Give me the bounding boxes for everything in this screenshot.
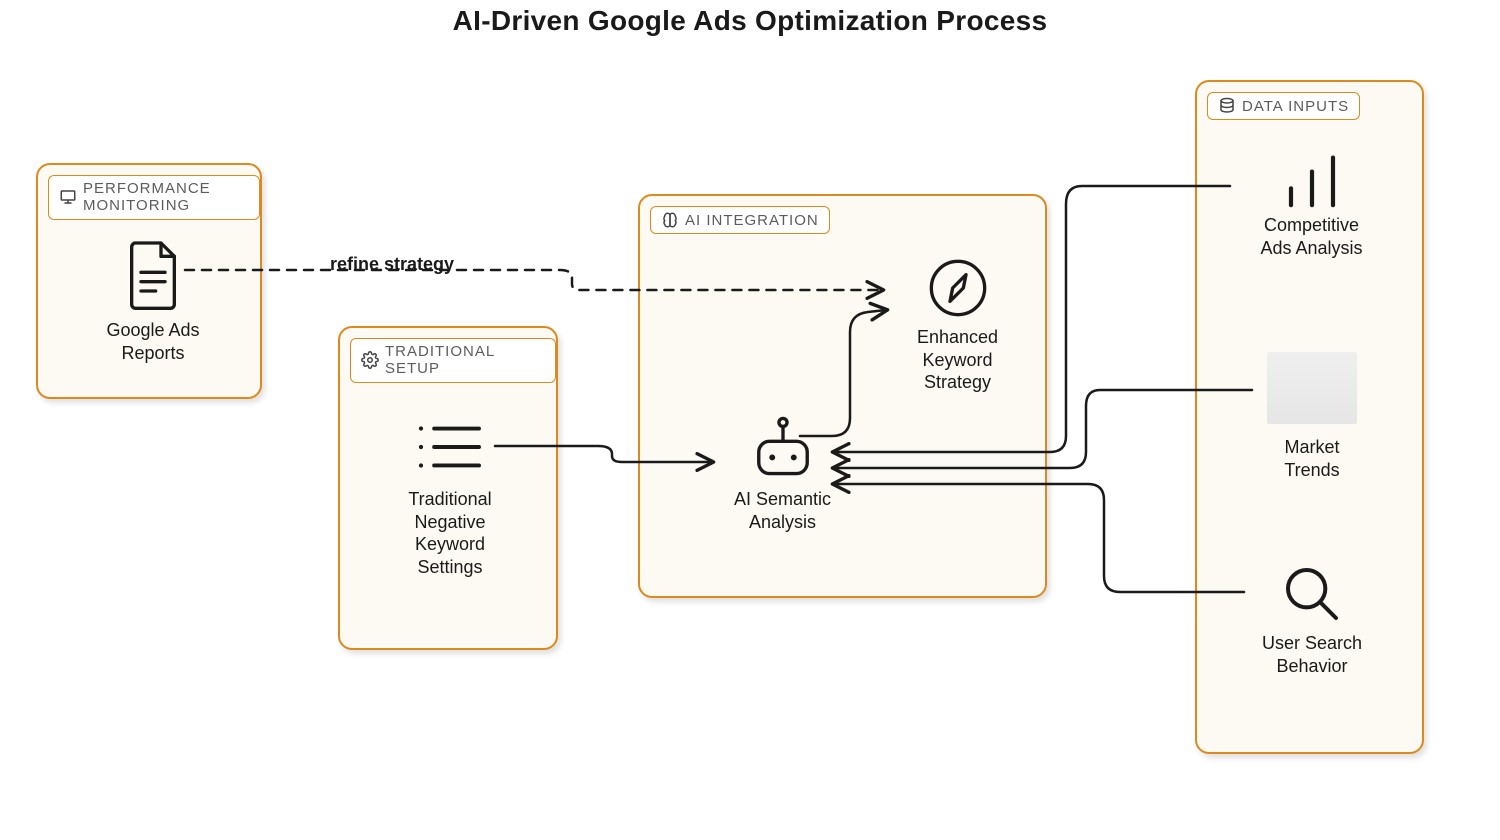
- node-ai-semantic-analysis: AI Semantic Analysis: [715, 414, 850, 533]
- node-competitive-ads-analysis: Competitive Ads Analysis: [1249, 152, 1374, 259]
- diagram-title: AI-Driven Google Ads Optimization Proces…: [0, 5, 1500, 37]
- node-user-search-behavior-label: User Search Behavior: [1252, 632, 1372, 677]
- panel-performance-monitoring: PERFORMANCE MONITORING Google Ads Report…: [36, 163, 262, 399]
- panel-label-ai-text: AI INTEGRATION: [685, 212, 819, 229]
- node-ai-semantic-analysis-label: AI Semantic Analysis: [715, 488, 850, 533]
- database-icon: [1218, 97, 1236, 115]
- document-icon: [121, 237, 185, 313]
- node-competitive-ads-analysis-label: Competitive Ads Analysis: [1249, 214, 1374, 259]
- trends-icon: [1267, 352, 1357, 424]
- compass-icon: [926, 256, 990, 320]
- panel-label-data-text: DATA INPUTS: [1242, 98, 1349, 115]
- node-google-ads-reports: Google Ads Reports: [98, 237, 208, 364]
- panel-label-traditional: TRADITIONAL SETUP: [350, 338, 556, 383]
- node-traditional-negative-keywords-label: Traditional Negative Keyword Settings: [380, 488, 520, 578]
- gear-icon: [361, 351, 379, 369]
- node-market-trends: Market Trends: [1257, 352, 1367, 481]
- monitor-icon: [59, 188, 77, 206]
- node-user-search-behavior: User Search Behavior: [1252, 562, 1372, 677]
- panel-label-performance: PERFORMANCE MONITORING: [48, 175, 260, 220]
- panel-label-ai: AI INTEGRATION: [650, 206, 830, 234]
- robot-icon: [748, 414, 818, 482]
- bar-chart-icon: [1277, 152, 1347, 208]
- panel-ai-integration: AI INTEGRATION Enhanced Keyword Strategy…: [638, 194, 1047, 598]
- list-icon: [410, 418, 490, 476]
- panel-data-inputs: DATA INPUTS Competitive Ads Analysis Mar…: [1195, 80, 1424, 754]
- node-market-trends-label: Market Trends: [1257, 436, 1367, 481]
- node-enhanced-keyword-strategy: Enhanced Keyword Strategy: [890, 256, 1025, 394]
- panel-label-data: DATA INPUTS: [1207, 92, 1360, 120]
- edge-label-refine-strategy: refine strategy: [330, 254, 454, 275]
- panel-label-performance-text: PERFORMANCE MONITORING: [83, 180, 249, 215]
- brain-icon: [661, 211, 679, 229]
- node-google-ads-reports-label: Google Ads Reports: [98, 319, 208, 364]
- node-enhanced-keyword-strategy-label: Enhanced Keyword Strategy: [890, 326, 1025, 394]
- panel-label-traditional-text: TRADITIONAL SETUP: [385, 343, 545, 378]
- search-icon: [1280, 562, 1344, 626]
- panel-traditional-setup: TRADITIONAL SETUP Traditional Negative K…: [338, 326, 558, 650]
- node-traditional-negative-keywords: Traditional Negative Keyword Settings: [380, 418, 520, 578]
